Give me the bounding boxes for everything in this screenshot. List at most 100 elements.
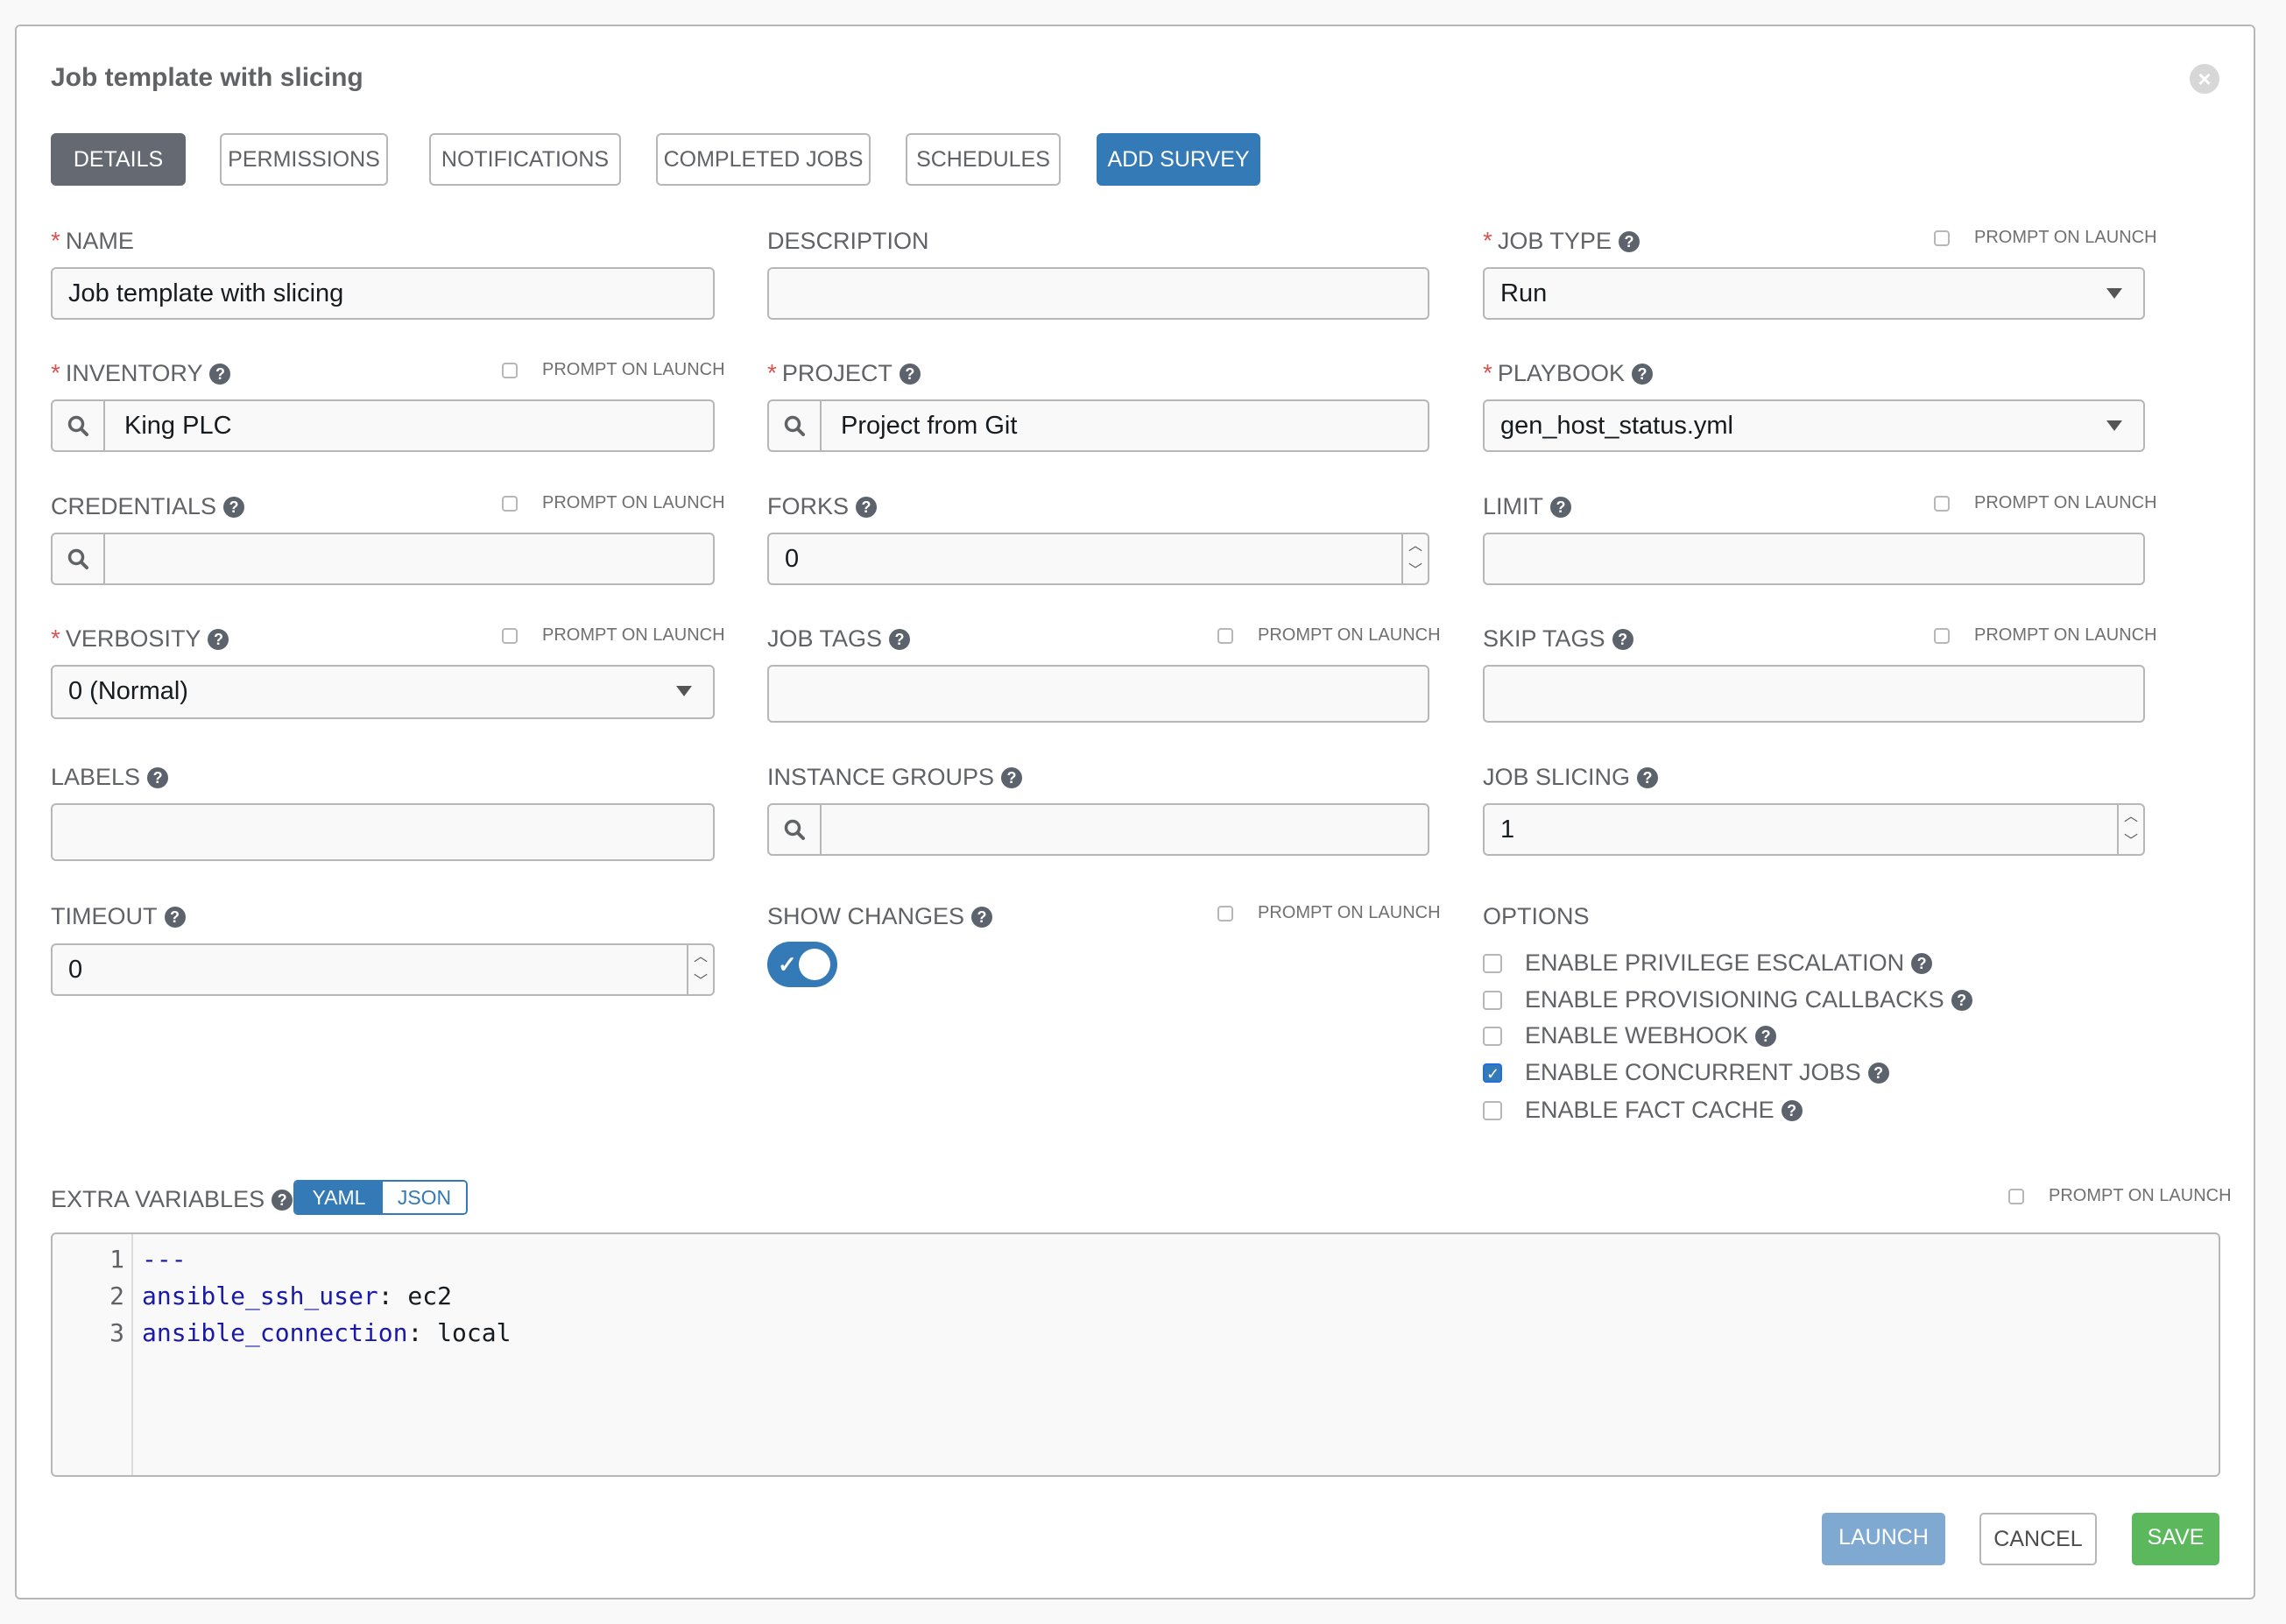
checkbox[interactable] bbox=[1483, 1101, 1502, 1120]
verbosity-prompt-on-launch[interactable]: PROMPT ON LAUNCH bbox=[502, 625, 725, 646]
description-input[interactable] bbox=[767, 267, 1429, 320]
save-button[interactable]: SAVE bbox=[2132, 1513, 2219, 1565]
verbosity-select[interactable]: 0 (Normal) bbox=[51, 665, 715, 719]
instance-groups-lookup[interactable] bbox=[767, 803, 1429, 856]
checkbox[interactable] bbox=[502, 628, 518, 644]
checkbox[interactable] bbox=[1934, 230, 1950, 246]
help-icon[interactable]: ? bbox=[223, 497, 245, 518]
format-yaml[interactable]: YAML bbox=[295, 1182, 383, 1213]
code-line[interactable]: ansible_connection: local bbox=[142, 1315, 511, 1352]
inventory-lookup[interactable]: King PLC bbox=[51, 399, 715, 452]
skip-tags-prompt-on-launch[interactable]: PROMPT ON LAUNCH bbox=[1934, 625, 2157, 646]
option-webhook[interactable]: ENABLE WEBHOOK? bbox=[1483, 1021, 1777, 1049]
help-icon[interactable]: ? bbox=[164, 907, 186, 928]
help-icon[interactable]: ? bbox=[1867, 1063, 1889, 1084]
timeout-stepper[interactable]: ︿ ﹀ bbox=[687, 945, 713, 994]
code-line[interactable]: ansible_ssh_user: ec2 bbox=[142, 1278, 452, 1315]
forks-input[interactable]: 0 ︿ ﹀ bbox=[767, 533, 1429, 585]
extra-variables-prompt-on-launch[interactable]: PROMPT ON LAUNCH bbox=[2008, 1185, 2232, 1206]
tab-notifications[interactable]: NOTIFICATIONS bbox=[429, 133, 621, 186]
checkbox-checked[interactable] bbox=[1483, 1060, 1502, 1088]
help-icon[interactable]: ? bbox=[1637, 767, 1659, 788]
skip-tags-label: SKIP TAGS? bbox=[1483, 625, 1633, 653]
help-icon[interactable]: ? bbox=[1001, 767, 1023, 788]
job-type-prompt-on-launch[interactable]: PROMPT ON LAUNCH bbox=[1934, 227, 2157, 248]
job-tags-label: JOB TAGS? bbox=[767, 625, 911, 653]
credentials-prompt-on-launch[interactable]: PROMPT ON LAUNCH bbox=[502, 492, 725, 513]
chevron-down-icon[interactable]: ﹀ bbox=[1408, 564, 1422, 578]
tab-details[interactable]: DETAILS bbox=[51, 133, 186, 186]
skip-tags-input[interactable] bbox=[1483, 665, 2145, 723]
option-provisioning-callbacks[interactable]: ENABLE PROVISIONING CALLBACKS? bbox=[1483, 985, 1972, 1013]
timeout-input[interactable]: 0 ︿ ﹀ bbox=[51, 943, 715, 996]
help-icon[interactable]: ? bbox=[208, 629, 229, 650]
checkbox[interactable] bbox=[502, 363, 518, 378]
option-fact-cache[interactable]: ENABLE FACT CACHE? bbox=[1483, 1096, 1803, 1124]
chevron-up-icon[interactable]: ︿ bbox=[1408, 540, 1422, 554]
labels-input[interactable] bbox=[51, 803, 715, 861]
search-icon[interactable] bbox=[53, 534, 105, 583]
credentials-lookup[interactable] bbox=[51, 533, 715, 585]
help-icon[interactable]: ? bbox=[1631, 364, 1653, 385]
search-icon[interactable] bbox=[769, 805, 822, 854]
add-survey-button[interactable]: ADD SURVEY bbox=[1097, 133, 1260, 186]
checkbox[interactable] bbox=[1483, 1027, 1502, 1046]
checkbox[interactable] bbox=[1217, 906, 1233, 921]
checkbox[interactable] bbox=[1483, 991, 1502, 1010]
help-icon[interactable]: ? bbox=[1951, 990, 1972, 1011]
launch-button[interactable]: LAUNCH bbox=[1822, 1513, 1945, 1565]
limit-input[interactable] bbox=[1483, 533, 2145, 585]
inventory-prompt-on-launch[interactable]: PROMPT ON LAUNCH bbox=[502, 359, 725, 380]
show-changes-toggle[interactable]: ✓ bbox=[767, 942, 837, 987]
chevron-down-icon[interactable]: ﹀ bbox=[2124, 835, 2138, 849]
help-icon[interactable]: ? bbox=[272, 1190, 293, 1211]
help-icon[interactable]: ? bbox=[971, 907, 993, 928]
tab-permissions[interactable]: PERMISSIONS bbox=[220, 133, 388, 186]
job-slicing-stepper[interactable]: ︿ ﹀ bbox=[2117, 805, 2143, 854]
option-privilege-escalation[interactable]: ENABLE PRIVILEGE ESCALATION? bbox=[1483, 949, 1933, 977]
required-marker: * bbox=[51, 359, 60, 386]
playbook-select[interactable]: gen_host_status.yml bbox=[1483, 399, 2145, 452]
search-icon[interactable] bbox=[769, 401, 822, 450]
checkbox[interactable] bbox=[1217, 628, 1233, 644]
checkbox[interactable] bbox=[1934, 496, 1950, 512]
help-icon[interactable]: ? bbox=[147, 767, 169, 788]
format-toggle[interactable]: YAML JSON bbox=[293, 1180, 468, 1215]
checkbox[interactable] bbox=[502, 496, 518, 512]
help-icon[interactable]: ? bbox=[1755, 1026, 1777, 1047]
search-icon[interactable] bbox=[53, 401, 105, 450]
job-slicing-input[interactable]: 1 ︿ ﹀ bbox=[1483, 803, 2145, 856]
tab-completed-jobs[interactable]: COMPLETED JOBS bbox=[656, 133, 871, 186]
tab-schedules[interactable]: SCHEDULES bbox=[906, 133, 1061, 186]
checkbox[interactable] bbox=[2008, 1189, 2024, 1204]
required-marker: * bbox=[1483, 227, 1492, 254]
close-icon[interactable]: × bbox=[2190, 64, 2219, 94]
help-icon[interactable]: ? bbox=[856, 497, 878, 518]
help-icon[interactable]: ? bbox=[1550, 497, 1572, 518]
chevron-down-icon[interactable]: ﹀ bbox=[694, 975, 708, 989]
job-tags-input[interactable] bbox=[767, 665, 1429, 723]
option-concurrent-jobs[interactable]: ENABLE CONCURRENT JOBS? bbox=[1483, 1058, 1889, 1088]
code-line[interactable]: --- bbox=[142, 1241, 187, 1278]
help-icon[interactable]: ? bbox=[899, 364, 921, 385]
help-icon[interactable]: ? bbox=[1618, 231, 1640, 252]
project-lookup[interactable]: Project from Git bbox=[767, 399, 1429, 452]
show-changes-prompt-on-launch[interactable]: PROMPT ON LAUNCH bbox=[1217, 902, 1441, 923]
name-input[interactable]: Job template with slicing bbox=[51, 267, 715, 320]
forks-stepper[interactable]: ︿ ﹀ bbox=[1401, 534, 1428, 583]
job-tags-prompt-on-launch[interactable]: PROMPT ON LAUNCH bbox=[1217, 625, 1441, 646]
extra-variables-editor[interactable]: 1 2 3 --- ansible_ssh_user: ec2 ansible_… bbox=[51, 1232, 2220, 1477]
cancel-button[interactable]: CANCEL bbox=[1979, 1513, 2097, 1565]
help-icon[interactable]: ? bbox=[1911, 953, 1933, 974]
checkbox[interactable] bbox=[1483, 954, 1502, 973]
help-icon[interactable]: ? bbox=[889, 629, 911, 650]
format-json[interactable]: JSON bbox=[383, 1182, 466, 1213]
help-icon[interactable]: ? bbox=[209, 364, 231, 385]
job-type-select[interactable]: Run bbox=[1483, 267, 2145, 320]
chevron-up-icon[interactable]: ︿ bbox=[694, 950, 708, 964]
limit-prompt-on-launch[interactable]: PROMPT ON LAUNCH bbox=[1934, 492, 2157, 513]
help-icon[interactable]: ? bbox=[1781, 1100, 1803, 1121]
help-icon[interactable]: ? bbox=[1612, 629, 1633, 650]
chevron-up-icon[interactable]: ︿ bbox=[2124, 810, 2138, 824]
checkbox[interactable] bbox=[1934, 628, 1950, 644]
